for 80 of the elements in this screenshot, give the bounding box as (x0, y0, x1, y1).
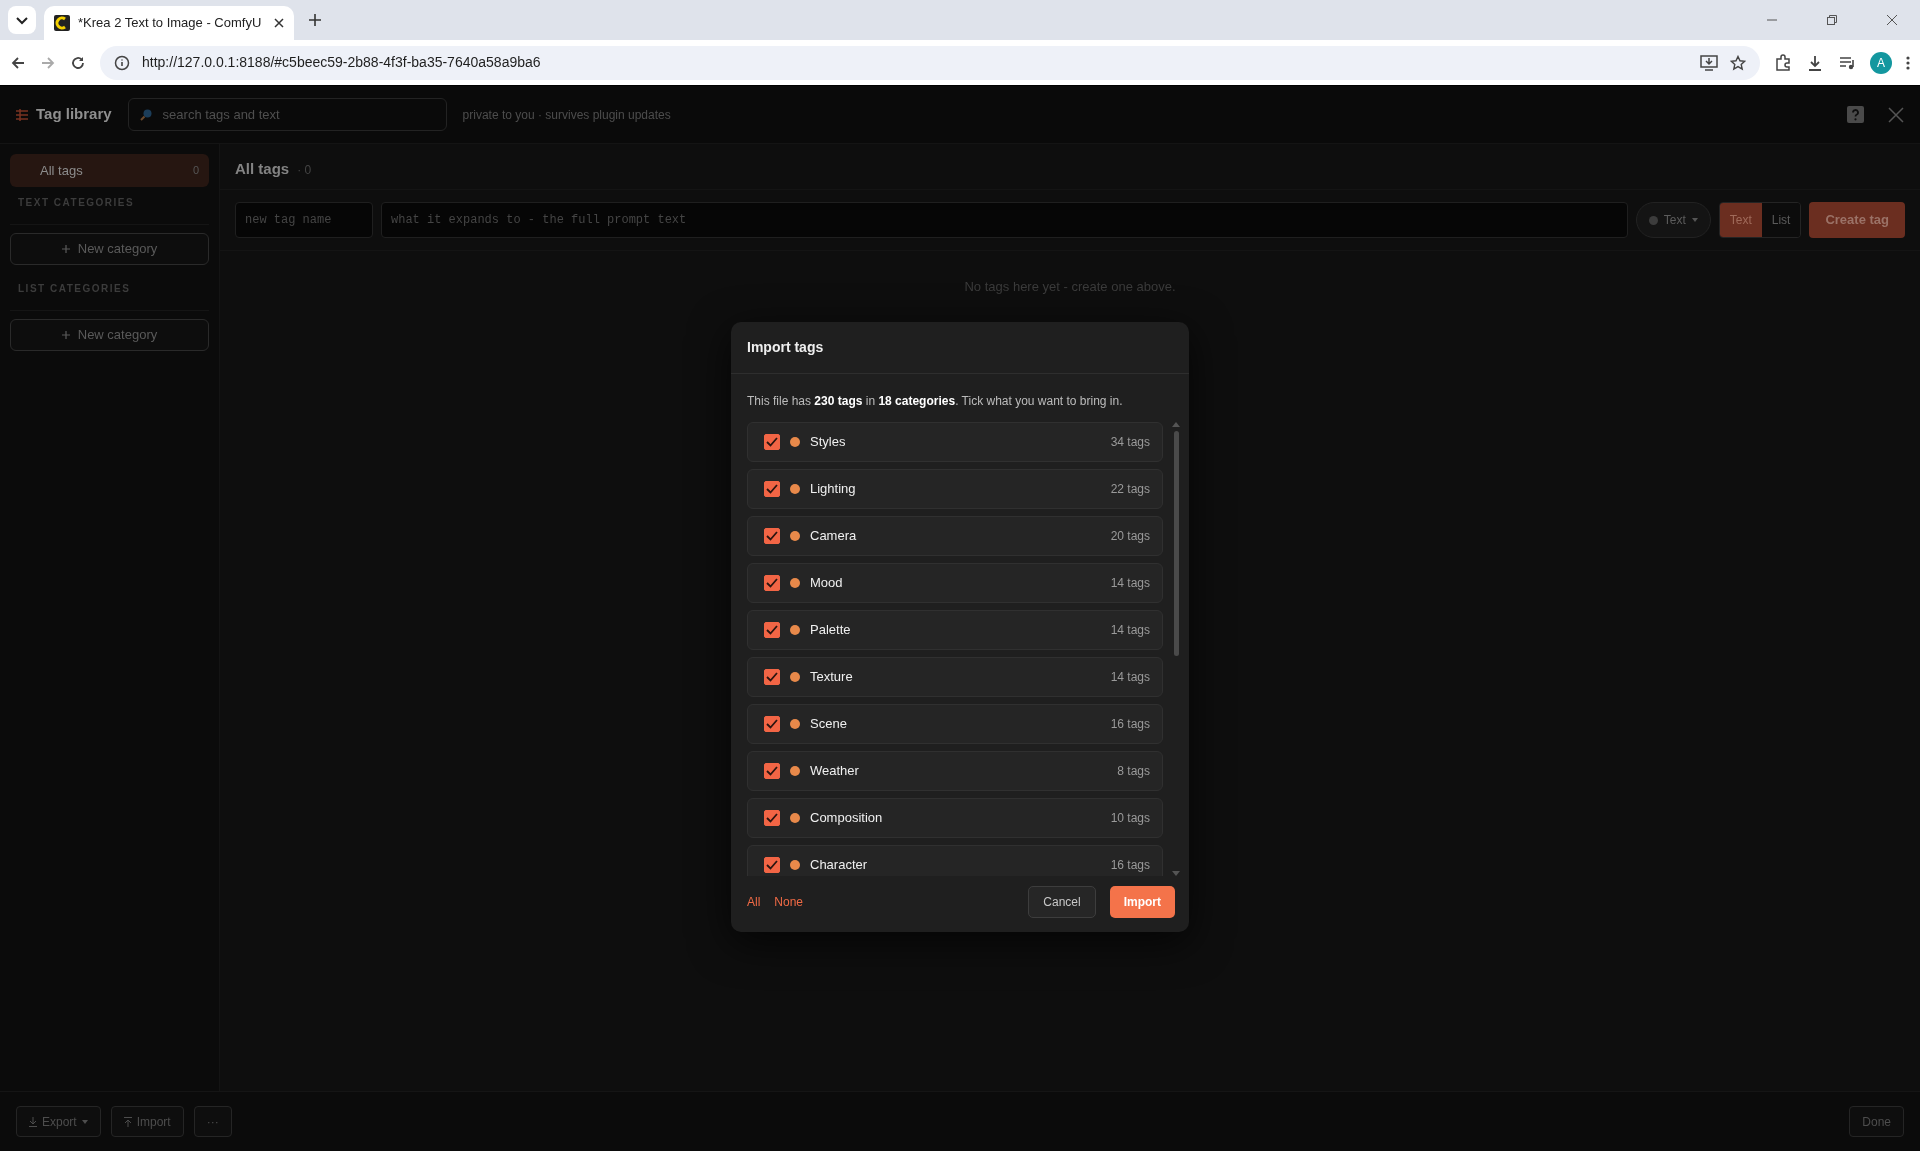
install-app-icon[interactable] (1700, 54, 1718, 71)
checkbox[interactable] (764, 481, 780, 497)
caret-icon (81, 1119, 88, 1124)
category-name: Composition (810, 809, 884, 828)
download-icon (29, 1116, 37, 1127)
category-row[interactable]: Mood 14 tags (747, 563, 1163, 603)
checkbox[interactable] (764, 434, 780, 450)
checkbox[interactable] (764, 622, 780, 638)
import-summary: This file has 230 tags in 18 categories. Tick what you want to bring in. (746, 393, 1124, 410)
checkbox[interactable] (764, 575, 780, 591)
tag-count: 22 tags (1110, 481, 1150, 498)
tab-title: *Krea 2 Text to Image - ComfyU (78, 14, 263, 33)
prompt-text-field[interactable]: what it expands to - the full prompt text (381, 202, 1628, 238)
list-icon (16, 108, 28, 121)
checkbox[interactable] (764, 716, 780, 732)
select-link[interactable]: All (747, 893, 761, 911)
category-name: Lighting (810, 480, 857, 499)
plus-icon (61, 331, 70, 339)
tag-count: 16 tags (1110, 857, 1150, 874)
tag-count: 34 tags (1110, 434, 1150, 451)
category-name: Mood (810, 574, 844, 593)
tag-count: 8 tags (1117, 763, 1150, 780)
category-row[interactable]: Palette 14 tags (747, 610, 1163, 650)
tab-list-icon[interactable] (8, 6, 36, 34)
tag-count: 16 tags (1110, 716, 1150, 733)
tag-count: 10 tags (1110, 810, 1150, 827)
tag-count: 20 tags (1110, 528, 1150, 545)
category-row[interactable]: Camera 20 tags (747, 516, 1163, 556)
address-bar[interactable]: http://127.0.0.1:8188/#c5beec59-2b88-4f3f-ba35-7640a58a9ba6 (100, 45, 1760, 80)
browser-tab[interactable]: *Krea 2 Text to Image - ComfyU (44, 6, 294, 40)
category-name: Character (810, 856, 869, 875)
new-tab-icon[interactable] (308, 13, 322, 27)
app-logo-icon (54, 15, 70, 31)
category-name: Palette (810, 621, 852, 640)
close-icon[interactable] (1886, 14, 1898, 26)
star-icon[interactable] (1730, 54, 1746, 71)
checkbox[interactable] (764, 528, 780, 544)
tag-count: 0 (192, 163, 199, 179)
reload-icon[interactable] (70, 54, 86, 71)
download-icon[interactable] (1806, 53, 1824, 72)
menu-icon[interactable] (1906, 54, 1910, 71)
search-field[interactable]: search tags and text (127, 98, 447, 131)
scrollbar-thumb[interactable] (1173, 431, 1179, 656)
category-name: Texture (810, 668, 854, 687)
privacy-note: private to you · survives plugin updates (462, 106, 671, 124)
checkbox[interactable] (764, 810, 780, 826)
tag-count: 14 tags (1110, 575, 1150, 592)
category-row[interactable]: Character 16 tags (747, 845, 1163, 876)
upload-icon (123, 1116, 132, 1127)
category-row[interactable]: Texture 14 tags (747, 657, 1163, 697)
category-name: Weather (810, 762, 860, 781)
category-row[interactable]: Lighting 22 tags (747, 469, 1163, 509)
cancel-button[interactable]: Cancel (1028, 886, 1096, 918)
category-row[interactable]: Scene 16 tags (747, 704, 1163, 744)
checkbox[interactable] (764, 669, 780, 685)
profile-avatar[interactable]: A (1870, 51, 1892, 74)
category-name: Camera (810, 527, 858, 546)
plus-icon (61, 245, 70, 253)
url-text: http://127.0.0.1:8188/#c5beec59-2b88-4f3f-ba35-7640a58a9ba6 (142, 53, 542, 72)
restore-icon[interactable] (1826, 14, 1838, 26)
page-heading: All tags (235, 159, 290, 180)
category-row[interactable]: Styles 34 tags (747, 422, 1163, 462)
app-title: Tag library (36, 104, 112, 125)
modal-title: Import tags (731, 322, 1189, 374)
category-name: Styles (810, 433, 847, 452)
caret-icon (1691, 218, 1698, 222)
extensions-icon[interactable] (1774, 53, 1792, 72)
tag-name-field[interactable]: new tag name (235, 202, 373, 238)
checkbox[interactable] (764, 857, 780, 873)
tag-count: 14 tags (1110, 622, 1150, 639)
info-icon[interactable] (114, 54, 130, 71)
checkbox[interactable] (764, 763, 780, 779)
select-link[interactable]: None (774, 893, 804, 911)
category-name: Scene (810, 715, 848, 734)
back-icon[interactable] (10, 54, 26, 71)
tag-count: 14 tags (1110, 669, 1150, 686)
category-row[interactable]: Composition 10 tags (747, 798, 1163, 838)
sidebar-item[interactable]: All tags 0 (10, 154, 209, 187)
category-row[interactable]: Weather 8 tags (747, 751, 1163, 791)
close-icon[interactable] (274, 18, 284, 28)
